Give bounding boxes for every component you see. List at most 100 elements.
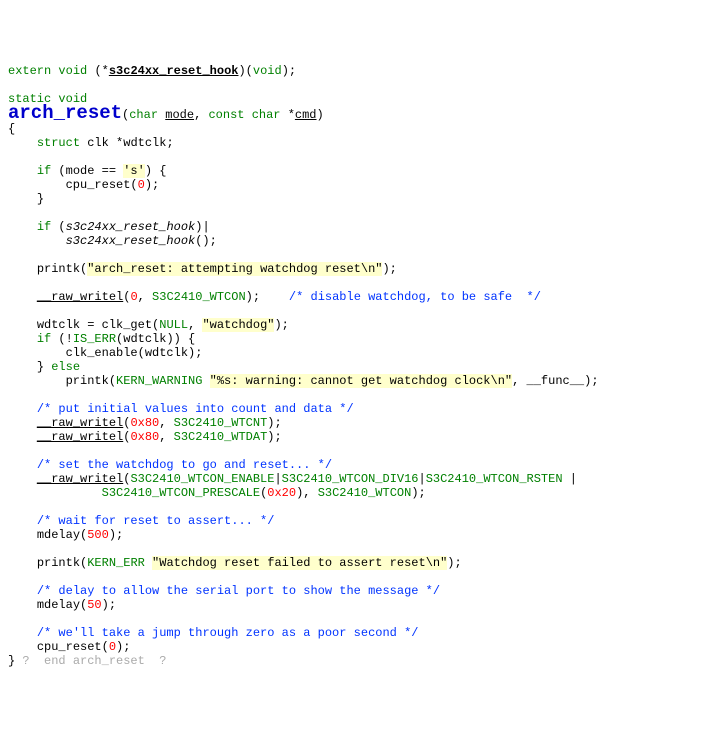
number: 0: [130, 290, 137, 304]
text: );: [267, 416, 281, 430]
text: ),: [296, 486, 318, 500]
text: );: [145, 178, 159, 192]
type: clk: [87, 136, 109, 150]
brace: {: [8, 122, 15, 136]
string-lit: "arch_reset: attempting watchdog reset\n…: [87, 262, 382, 276]
text: (*: [94, 64, 108, 78]
number: 0: [109, 640, 116, 654]
text: );: [447, 556, 461, 570]
func-call: printk: [66, 374, 109, 388]
text: (: [51, 220, 65, 234]
comment: /* wait for reset to assert... */: [37, 514, 275, 528]
macro: IS_ERR: [73, 332, 116, 346]
kw-char: char: [252, 108, 281, 122]
text: (: [109, 374, 116, 388]
macro: KERN_WARNING: [116, 374, 202, 388]
macro: S3C2410_WTCON_DIV16: [282, 472, 419, 486]
text: |: [274, 472, 281, 486]
text: wdtclk =: [37, 318, 102, 332]
macro: S3C2410_WTCNT: [174, 416, 268, 430]
macro: KERN_ERR: [87, 556, 145, 570]
func-call: mdelay: [37, 528, 80, 542]
end-text: end arch_reset: [30, 654, 160, 668]
cursor-caret: |: [202, 220, 209, 234]
number: 0x80: [130, 416, 159, 430]
text: |: [563, 472, 577, 486]
kw-struct: struct: [37, 136, 80, 150]
string-lit: "Watchdog reset failed to assert reset\n…: [152, 556, 447, 570]
macro: NULL: [159, 318, 188, 332]
number: 0: [138, 178, 145, 192]
comment: /* delay to allow the serial port to sho…: [37, 584, 440, 598]
func-call: __raw_writel: [37, 290, 123, 304]
text: ): [317, 108, 324, 122]
func-call: cpu_reset: [66, 178, 131, 192]
text: );: [267, 430, 281, 444]
brace: }: [37, 192, 44, 206]
text: ();: [195, 234, 217, 248]
func-call: clk_get: [102, 318, 152, 332]
macro: S3C2410_WTCON: [152, 290, 246, 304]
text: |: [419, 472, 426, 486]
kw-else: else: [51, 360, 80, 374]
number: 50: [87, 598, 101, 612]
text: [202, 374, 209, 388]
text: ,: [159, 430, 173, 444]
comment: /* put initial values into count and dat…: [37, 402, 354, 416]
text: );: [411, 486, 425, 500]
string-lit: "watchdog": [202, 318, 274, 332]
text: )(: [238, 64, 252, 78]
kw-const: const: [208, 108, 244, 122]
text: (mode ==: [51, 164, 123, 178]
text: );: [274, 318, 288, 332]
kw-char: char: [129, 108, 158, 122]
macro: S3C2410_WTCON: [318, 486, 412, 500]
end-q: ?: [22, 654, 29, 668]
text: ,: [138, 290, 152, 304]
text: (!: [51, 332, 73, 346]
kw-void: void: [253, 64, 282, 78]
func-name: arch_reset: [8, 102, 122, 124]
text: );: [282, 64, 296, 78]
kw-extern: extern: [8, 64, 51, 78]
kw-if: if: [37, 164, 51, 178]
brace: }: [8, 654, 22, 668]
text: ) {: [145, 164, 167, 178]
kw-void: void: [58, 64, 87, 78]
func-call: clk_enable: [66, 346, 138, 360]
text: );: [382, 262, 396, 276]
ident-italic: s3c24xx_reset_hook: [66, 234, 196, 248]
param-mode: mode: [165, 108, 194, 122]
number: 500: [87, 528, 109, 542]
text: (wdtclk)) {: [116, 332, 195, 346]
code-block: extern void (*s3c24xx_reset_hook)(void);…: [8, 64, 711, 668]
func-call: printk: [37, 556, 80, 570]
text: (wdtclk);: [138, 346, 203, 360]
text: (: [102, 640, 109, 654]
macro: S3C2410_WTCON_ENABLE: [130, 472, 274, 486]
text: );: [102, 598, 116, 612]
end-q: ?: [159, 654, 166, 668]
number: 0x20: [267, 486, 296, 500]
kw-if: if: [37, 332, 51, 346]
text: );: [246, 290, 260, 304]
text: [145, 556, 152, 570]
func-call: __raw_writel: [37, 430, 123, 444]
text: ,: [188, 318, 202, 332]
text: ,: [194, 108, 208, 122]
macro: S3C2410_WTDAT: [174, 430, 268, 444]
func-call: __raw_writel: [37, 416, 123, 430]
text: *: [281, 108, 295, 122]
func-call: __raw_writel: [37, 472, 123, 486]
gap: [260, 290, 289, 304]
var: *wdtclk;: [109, 136, 174, 150]
text: ,: [159, 416, 173, 430]
hook-decl: s3c24xx_reset_hook: [109, 64, 239, 78]
ident-italic: s3c24xx_reset_hook: [66, 220, 196, 234]
func-call: cpu_reset: [37, 640, 102, 654]
comment: /* set the watchdog to go and reset... *…: [37, 458, 332, 472]
param-cmd: cmd: [295, 108, 317, 122]
char-lit: 's': [123, 164, 145, 178]
macro: S3C2410_WTCON_RSTEN: [426, 472, 563, 486]
string-lit: "%s: warning: cannot get watchdog clock\…: [210, 374, 512, 388]
